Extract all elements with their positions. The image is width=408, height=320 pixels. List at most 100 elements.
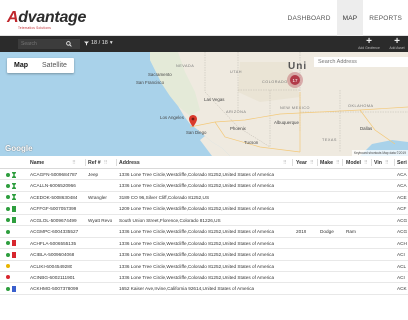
cell-serial: ACH: [397, 240, 407, 246]
cell-address: 1336 Lone Tree Circle,Westcliffe,Colorad…: [119, 172, 275, 177]
logo-tagline: Telematics Solutions: [18, 26, 52, 30]
table-row[interactable]: ACINBG-6002111901 1336 Lone Tree Circle,W…: [0, 272, 408, 284]
asset-filter-dropdown[interactable]: 18 / 18 ▾: [84, 40, 113, 46]
cell-serial: ACL: [397, 263, 407, 269]
cell-model: Ram: [346, 229, 356, 235]
table-row[interactable]: ACALLN-6006520966 1336 Lone Tree Circle,W…: [0, 180, 408, 192]
map-pin-icon[interactable]: [189, 115, 197, 127]
column-menu-icon[interactable]: ⠿: [283, 160, 287, 166]
cell-ref: Wrangler: [88, 194, 107, 200]
cell-address: 1336 Lone Tree Circle,Westcliffe,Colorad…: [119, 263, 275, 269]
magnifier-icon: [66, 41, 72, 47]
country-label: Uni: [288, 61, 308, 72]
table-row[interactable]: ACKHMG-5007378099 1652 Kaiser Ave,Irvine,…: [0, 283, 408, 295]
table-row[interactable]: ACIBLA-5009604068 1336 Lone Tree Circle,W…: [0, 249, 408, 261]
cell-address: 1336 Lone Tree Circle,Westcliffe,Colorad…: [119, 274, 275, 280]
table-row[interactable]: ACGLOL-5009674499 Wyatt Revo South Union S…: [0, 215, 408, 227]
state-label: NEVADA: [176, 64, 195, 68]
column-header-serial[interactable]: Seri: [397, 156, 407, 169]
city-label: Dallas: [360, 126, 373, 131]
map-view[interactable]: Map Satellite Sacramento San Francisco L…: [0, 52, 408, 156]
cell-address: 1652 Kaiser Ave,Irvine,California 92614,…: [119, 286, 255, 292]
add-geofence-button[interactable]: + Add Geofence: [358, 36, 380, 51]
cluster-count: 17: [290, 75, 300, 85]
nav-reports[interactable]: REPORTS: [363, 0, 408, 36]
cell-address: 1336 Lone Tree Circle,Westcliffe,Colorad…: [119, 229, 275, 235]
status-dot-icon: [6, 286, 10, 291]
cell-name: ACALLN-6006520966: [30, 183, 76, 189]
column-menu-icon[interactable]: ⠿: [336, 160, 340, 166]
status-dot-icon: [6, 241, 10, 246]
table-row[interactable]: ACHFLA-5006555135 1336 Lone Tree Circle,W…: [0, 238, 408, 250]
column-menu-icon[interactable]: ⠿: [385, 160, 389, 166]
table-row[interactable]: ACEDOK-5008630484 Wrangler 3189 CO 96,Silv…: [0, 192, 408, 204]
status-dot-icon: [6, 183, 10, 188]
state-label: UTAH: [230, 70, 243, 74]
column-menu-icon[interactable]: ⠿: [310, 160, 314, 166]
column-menu-icon[interactable]: ⠿: [364, 160, 368, 166]
table-row[interactable]: ACGMPC-6004335527 1336 Lone Tree Circle,W…: [0, 226, 408, 238]
asset-cluster-marker[interactable]: 17: [287, 72, 303, 88]
cell-serial: ACF: [397, 206, 407, 212]
tab-satellite[interactable]: Satellite: [35, 58, 74, 73]
logo-text: Advantage: [7, 9, 87, 26]
city-label: Las Vegas: [204, 97, 225, 102]
advantage-logo[interactable]: Advantage Telematics Solutions: [7, 9, 86, 31]
hourglass-icon: [12, 182, 16, 189]
column-header-model[interactable]: Model ⠿: [346, 156, 368, 169]
cell-address: 1336 Lone Tree Circle,Westcliffe,Colorad…: [119, 252, 275, 258]
column-header-year[interactable]: Year ⠿: [296, 156, 314, 169]
cell-serial: ACA: [397, 172, 407, 177]
city-label: Tucson: [244, 140, 259, 145]
column-menu-icon[interactable]: ⠿: [104, 160, 108, 166]
column-header-ref[interactable]: Ref # ⠿: [88, 156, 107, 169]
column-header-name[interactable]: Name ⠿: [30, 156, 76, 169]
app-header: Advantage Telematics Solutions DASHBOARD…: [0, 0, 408, 36]
cell-serial: ACE: [397, 194, 407, 200]
table-row[interactable]: ACAGFN-5009684787 Jeep 1336 Lone Tree Circ…: [0, 169, 408, 181]
city-label: Albuquerque: [274, 120, 299, 125]
cell-serial: ACI: [397, 252, 405, 258]
column-header-make[interactable]: Make ⠿: [320, 156, 340, 169]
status-dot-icon: [6, 264, 10, 268]
filter-icon: [84, 41, 89, 45]
state-label: ARIZONA: [226, 110, 247, 114]
plus-icon: +: [366, 36, 372, 47]
cell-serial: ACI: [397, 274, 405, 280]
column-header-vin[interactable]: Vin ⠿: [374, 156, 389, 169]
cell-ref: Jeep: [88, 172, 99, 177]
status-dot-icon: [6, 229, 10, 234]
google-logo: Google: [5, 144, 33, 153]
column-header-address[interactable]: Address: [119, 156, 140, 169]
table-row[interactable]: ACLIKI-6004549280 1336 Lone Tree Circle,W…: [0, 261, 408, 272]
filter-count: 18 / 18: [91, 40, 108, 46]
chevron-down-icon: ▾: [109, 40, 113, 46]
cell-name: ACGLOL-5009674499: [30, 217, 77, 223]
state-label: OKLAHOMA: [348, 104, 374, 108]
add-asset-button[interactable]: + Add Asset: [388, 37, 406, 51]
city-label: San Francisco: [136, 80, 165, 85]
cell-name: ACAGFN-5009684787: [30, 172, 78, 177]
column-menu-icon[interactable]: ⠿: [72, 160, 76, 166]
cell-serial: ACA: [397, 183, 407, 189]
table-row[interactable]: ACFFGF-5007057399 1209 Lone Tree Circle,W…: [0, 203, 408, 215]
plus-icon: +: [394, 36, 400, 47]
cell-address: 1209 Lone Tree Circle,Westcliffe,Colorad…: [119, 206, 275, 212]
cell-name: ACHFLA-5006555135: [30, 240, 77, 246]
asset-table: Name ⠿ Ref # ⠿ Address ⠿ Year ⠿ Make ⠿ Model…: [0, 156, 408, 295]
status-dot-icon: [6, 172, 10, 177]
cell-name: ACFFGF-5007057399: [30, 206, 77, 212]
tab-map[interactable]: Map: [7, 58, 35, 73]
search-button[interactable]: [58, 39, 80, 49]
cell-make: Dodge: [320, 229, 334, 235]
nav-dashboard[interactable]: DASHBOARD: [282, 0, 337, 36]
hourglass-icon: [12, 194, 16, 201]
city-label: Los Angeles: [160, 115, 184, 120]
add-asset-label: Add Asset: [389, 46, 405, 50]
address-search-input[interactable]: [314, 57, 408, 67]
state-label: TEXAS: [322, 138, 337, 142]
flag-icon: [12, 285, 16, 292]
table-header: Name ⠿ Ref # ⠿ Address ⠿ Year ⠿ Make ⠿ Model…: [0, 156, 408, 169]
hourglass-icon: [12, 171, 16, 178]
nav-map[interactable]: MAP: [336, 0, 364, 36]
